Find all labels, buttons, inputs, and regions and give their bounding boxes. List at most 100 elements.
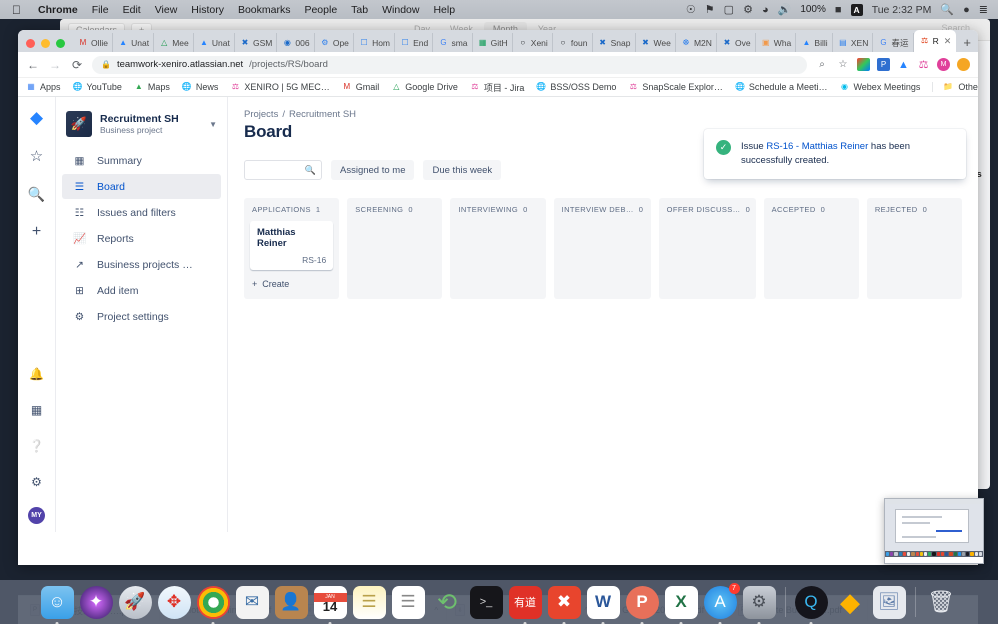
input-source-icon[interactable]: A xyxy=(851,4,863,16)
bookmark-maps[interactable]: ▲Maps xyxy=(134,82,170,92)
trash-icon[interactable]: 🗑 xyxy=(925,586,958,619)
forward-button[interactable]: → xyxy=(48,58,62,72)
menu-history[interactable]: History xyxy=(184,4,231,16)
chrome-icon[interactable] xyxy=(197,586,230,619)
airplay-icon[interactable]: ▢ xyxy=(724,3,734,16)
snapscale-extension-icon[interactable]: ⚖ xyxy=(917,58,930,71)
browser-tab[interactable]: ☸M2N xyxy=(676,33,717,52)
new-tab-button[interactable]: + xyxy=(956,35,978,52)
spotlight-search-icon[interactable]: 🔍 xyxy=(940,3,954,16)
active-browser-tab[interactable]: ⚖ R ✕ xyxy=(914,30,957,52)
menu-view[interactable]: View xyxy=(148,4,185,16)
browser-tab[interactable]: ▲Unat xyxy=(113,33,154,52)
app-switcher-icon[interactable]: ▦ xyxy=(26,399,48,421)
board-column-screening[interactable]: SCREENING 0 xyxy=(347,198,442,299)
word-icon[interactable]: W xyxy=(587,586,620,619)
browser-tab[interactable]: ▤XEN xyxy=(833,33,874,52)
color-grid-extension-icon[interactable] xyxy=(857,58,870,71)
launchpad-icon[interactable]: 🚀 xyxy=(119,586,152,619)
xmind-icon[interactable]: ✖ xyxy=(548,586,581,619)
contacts-icon[interactable]: 👤 xyxy=(275,586,308,619)
bookmark-youtube[interactable]: 🌐YouTube xyxy=(73,82,122,92)
browser-tab[interactable]: ○foun xyxy=(553,33,593,52)
search-input[interactable] xyxy=(250,165,305,175)
notes-icon[interactable]: ☰ xyxy=(353,586,386,619)
success-notification-flag[interactable]: ✓ Issue RS-16 - Matthias Reiner has been… xyxy=(704,129,966,179)
minimize-window-button[interactable] xyxy=(41,39,50,48)
browser-tab[interactable]: ☐End xyxy=(395,33,433,52)
menu-help[interactable]: Help xyxy=(426,4,462,16)
user-avatar[interactable]: MY xyxy=(28,507,45,524)
menu-edit[interactable]: Edit xyxy=(116,4,148,16)
plus-icon[interactable]: + xyxy=(26,221,48,243)
bookmark-schedule-meeting[interactable]: 🌐Schedule a Meeti… xyxy=(735,82,828,92)
bluetooth-icon[interactable]: ⚙ xyxy=(743,3,753,16)
bookmark-snapscale-explorer[interactable]: ⚖SnapScale Explor… xyxy=(628,82,723,92)
board-column-applications[interactable]: APPLICATIONS 1 Matthias Reiner RS-16 + C… xyxy=(244,198,339,299)
board-column-offer-discussion[interactable]: OFFER DISCUSS… 0 xyxy=(659,198,756,299)
notification-issue-link[interactable]: RS-16 - Matthias Reiner xyxy=(766,141,868,152)
close-tab-icon[interactable]: ✕ xyxy=(944,36,952,47)
bookmark-webex-meetings[interactable]: ◉Webex Meetings xyxy=(839,82,920,92)
menu-file[interactable]: File xyxy=(85,4,116,16)
powerpoint-icon[interactable]: P xyxy=(626,586,659,619)
browser-tab[interactable]: ○Xeni xyxy=(513,33,553,52)
calendar-icon[interactable]: JAN14 xyxy=(314,586,347,619)
star-icon[interactable]: ☆ xyxy=(26,145,48,167)
sidebar-item-board[interactable]: ☰ Board xyxy=(62,174,221,199)
terminal-icon[interactable]: >_ xyxy=(470,586,503,619)
address-bar[interactable]: 🔒 teamwork-xeniro.atlassian.net/projects… xyxy=(92,56,807,74)
app-store-icon[interactable]: A7 xyxy=(704,586,737,619)
picture-in-picture-extension-icon[interactable]: P xyxy=(877,58,890,71)
browser-tab[interactable]: ✖Wee xyxy=(636,33,676,52)
bookmark-gmail[interactable]: MGmail xyxy=(342,82,380,92)
settings-gear-icon[interactable]: ⚙ xyxy=(26,471,48,493)
sidebar-item-issues-and-filters[interactable]: ☷ Issues and filters xyxy=(62,200,221,225)
volume-icon[interactable]: 🔊 xyxy=(778,3,792,16)
browser-tab[interactable]: Gsma xyxy=(433,33,472,52)
reload-button[interactable]: ⟳ xyxy=(70,58,84,72)
project-header[interactable]: 🚀 Recruitment SH Business project ▼ xyxy=(56,105,227,147)
excel-icon[interactable]: X xyxy=(665,586,698,619)
browser-tab[interactable]: △Mee xyxy=(154,33,194,52)
safari-icon[interactable]: ✥ xyxy=(158,586,191,619)
browser-tab[interactable]: ▲Billi xyxy=(796,33,832,52)
menu-people[interactable]: People xyxy=(297,4,344,16)
menu-tab[interactable]: Tab xyxy=(344,4,375,16)
sidebar-item-summary[interactable]: ▦ Summary xyxy=(62,148,221,173)
control-center-icon[interactable]: ≣ xyxy=(979,3,988,16)
wifi-icon[interactable]: ◕ xyxy=(762,4,769,16)
board-column-interview-debrief[interactable]: INTERVIEW DEB… 0 xyxy=(554,198,651,299)
flag-status-icon[interactable]: ⚑ xyxy=(705,3,715,16)
chevron-down-icon[interactable]: ▼ xyxy=(209,120,217,129)
bookmark-xeniro[interactable]: ⚖XENIRO | 5G MEC… xyxy=(230,82,329,92)
browser-tab[interactable]: G春运 xyxy=(873,33,913,52)
browser-tab[interactable]: ▦GitH xyxy=(473,33,513,52)
siri-icon[interactable]: ✦ xyxy=(80,586,113,619)
browser-tab[interactable]: ◉006 xyxy=(277,33,314,52)
jira-logo-icon[interactable]: ◆ xyxy=(26,107,48,129)
menu-bookmarks[interactable]: Bookmarks xyxy=(231,4,298,16)
preview-icon[interactable]: 🖼 xyxy=(873,586,906,619)
clock-label[interactable]: Tue 2:32 PM xyxy=(872,4,932,16)
mail-icon[interactable]: ✉ xyxy=(236,586,269,619)
other-bookmarks-folder[interactable]: 📁Other Bookmarks xyxy=(932,82,978,92)
update-indicator-icon[interactable] xyxy=(957,58,970,71)
browser-tab[interactable]: ✖Ove xyxy=(717,33,756,52)
board-column-accepted[interactable]: ACCEPTED 0 xyxy=(764,198,859,299)
sidebar-item-business-projects[interactable]: ↗ Business projects … xyxy=(62,252,221,277)
reminders-icon[interactable]: ☰ xyxy=(392,586,425,619)
bookmark-news[interactable]: 🌐News xyxy=(182,82,219,92)
menu-window[interactable]: Window xyxy=(375,4,426,16)
close-window-button[interactable] xyxy=(26,39,35,48)
board-card[interactable]: Matthias Reiner RS-16 xyxy=(250,221,333,270)
system-preferences-icon[interactable]: ⚙ xyxy=(743,586,776,619)
back-button[interactable]: ← xyxy=(26,58,40,72)
quicktime-icon[interactable]: Q xyxy=(795,586,828,619)
maximize-window-button[interactable] xyxy=(56,39,65,48)
bookmark-jira[interactable]: ⚖项目 - Jira xyxy=(470,81,525,94)
sidebar-item-reports[interactable]: 📈 Reports xyxy=(62,226,221,251)
notifications-bell-icon[interactable]: 🔔 xyxy=(26,363,48,385)
browser-tab[interactable]: ⚙Ope xyxy=(315,33,354,52)
sketch-icon[interactable]: ◆ xyxy=(834,586,867,619)
